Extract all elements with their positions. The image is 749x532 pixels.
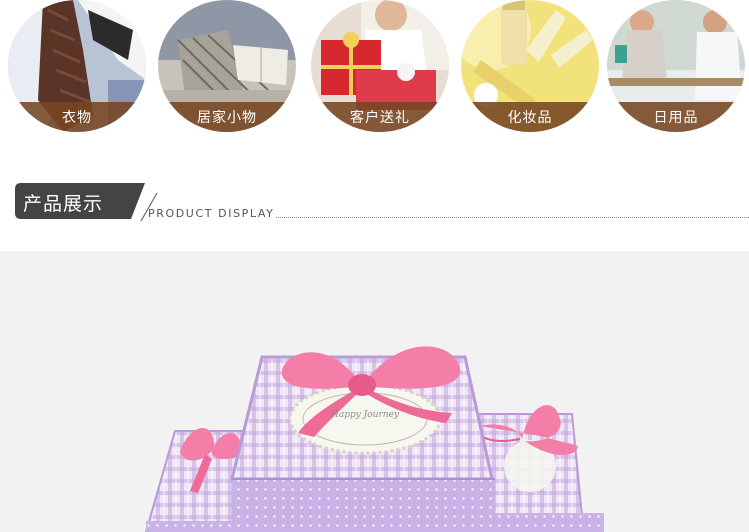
category-band: 衣物 (8, 102, 146, 132)
section-title: 产品展示 (23, 193, 104, 215)
category-label: 客户送礼 (350, 110, 410, 126)
category-row: 衣物 居家小物 客户送礼 化妆品 日用品 (0, 0, 749, 135)
category-band: 居家小物 (158, 102, 296, 132)
category-band: 化妆品 (461, 102, 599, 132)
gift-box-set-image: Happy Journey (144, 346, 604, 532)
category-label: 居家小物 (197, 110, 257, 126)
product-display: Happy Journey (0, 251, 749, 532)
category-cosmetics[interactable]: 化妆品 (461, 0, 599, 132)
category-label: 衣物 (62, 110, 92, 126)
category-band: 客户送礼 (311, 102, 449, 132)
box-lid-text: Happy Journey (330, 410, 400, 420)
category-daily-goods[interactable]: 日用品 (607, 0, 745, 132)
category-label: 化妆品 (507, 110, 553, 126)
section-heading: 产品展示 PRODUCT DISPLAY (15, 183, 749, 223)
main-box (230, 346, 495, 532)
category-label: 日用品 (653, 110, 699, 126)
section-subtitle: PRODUCT DISPLAY (148, 207, 275, 220)
category-band: 日用品 (607, 102, 745, 132)
category-home-goods[interactable]: 居家小物 (158, 0, 296, 132)
category-clothing[interactable]: 衣物 (8, 0, 146, 132)
dotted-rule (276, 217, 749, 218)
category-gifts[interactable]: 客户送礼 (311, 0, 449, 132)
